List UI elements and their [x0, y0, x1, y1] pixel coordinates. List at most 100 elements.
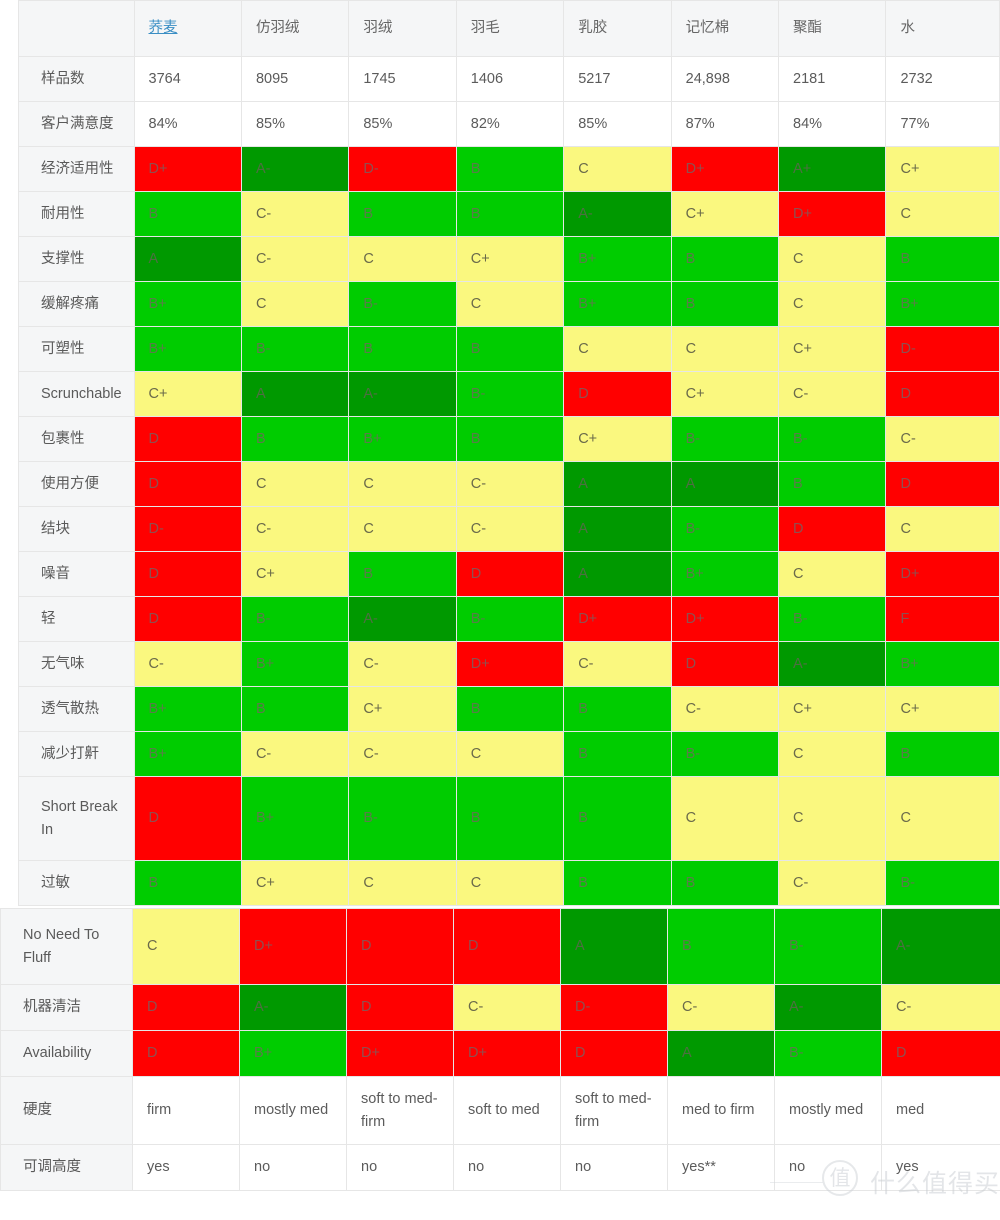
grade-cell: C- — [348, 731, 457, 777]
grade-cell: C — [778, 731, 887, 777]
header-row: 荞麦 仿羽绒 羽绒 羽毛 乳胶 记忆棉 聚酯 水 — [18, 0, 1000, 57]
grade-cell: C- — [240, 506, 350, 552]
grade-cell: C- — [240, 731, 350, 777]
grade-cell: C- — [667, 984, 775, 1031]
grade-cell: D+ — [778, 191, 887, 237]
value-cell: 1745 — [348, 56, 457, 102]
grade-cell: C- — [881, 984, 1000, 1031]
grade-cell: C — [455, 731, 565, 777]
table-body-grades-lower: No Need To Fluff C D+ D D A B B- A- 机器清洁 D A- D C- D- C… — [0, 908, 1000, 1077]
value-cell: 84% — [133, 101, 242, 147]
table-row: Short Break In D B+ B- B B C C C — [18, 776, 1000, 861]
grade-cell: B+ — [563, 281, 672, 327]
column-header-6: 聚酯 — [778, 0, 887, 57]
value-cell: firm — [132, 1076, 240, 1145]
grade-cell: A- — [348, 596, 457, 642]
value-cell: no — [560, 1144, 668, 1191]
table-row: 结块 D- C- C C- A B- D C — [18, 506, 1000, 552]
grade-cell: C — [240, 461, 350, 507]
table-row: 过敏 B C+ C C B B C- B- — [18, 860, 1000, 906]
table-row: 缓解疼痛 B+ C B- C B+ B C B+ — [18, 281, 1000, 327]
table-body-stats: 样品数 3764 8095 1745 1406 5217 24,898 2181 2732 客户满… — [18, 56, 1000, 147]
grade-cell: D — [453, 908, 561, 985]
value-cell: soft to med- firm — [560, 1076, 668, 1145]
grade-cell: B- — [240, 596, 350, 642]
grade-cell: C- — [778, 860, 887, 906]
column-header-0[interactable]: 荞麦 — [133, 0, 242, 57]
grade-cell: A — [240, 371, 350, 417]
grade-cell: B+ — [133, 686, 242, 732]
grade-cell: C — [132, 908, 240, 985]
grade-cell: D — [133, 596, 242, 642]
grade-cell: C — [670, 776, 780, 861]
grade-cell: A — [563, 551, 672, 597]
value-cell: yes — [132, 1144, 240, 1191]
grade-cell: B — [885, 236, 1000, 282]
table-row: No Need To Fluff C D+ D D A B B- A- — [0, 908, 1000, 985]
grade-cell: B- — [455, 596, 565, 642]
grade-cell: A — [133, 236, 242, 282]
grade-cell: B- — [455, 371, 565, 417]
grade-cell: D — [881, 1030, 1000, 1077]
grade-cell: D — [132, 1030, 240, 1077]
value-cell: 84% — [778, 101, 887, 147]
grade-cell: C — [563, 326, 672, 372]
grade-cell: B — [670, 281, 780, 327]
table-row: Scrunchable C+ A A- B- D C+ C- D — [18, 371, 1000, 417]
value-cell: 8095 — [240, 56, 350, 102]
grade-cell: D — [778, 506, 887, 552]
value-cell: 1406 — [455, 56, 565, 102]
grade-cell: C — [778, 281, 887, 327]
table-row: 可塑性 B+ B- B B C C C+ D- — [18, 326, 1000, 372]
column-header-7: 水 — [885, 0, 1000, 57]
grade-cell: C- — [453, 984, 561, 1031]
grade-cell: D — [563, 371, 672, 417]
row-label: 透气散热 — [18, 686, 135, 732]
column-header-3: 羽毛 — [455, 0, 565, 57]
grade-cell: B+ — [670, 551, 780, 597]
grade-cell: C+ — [133, 371, 242, 417]
grade-cell: D — [346, 908, 454, 985]
grade-cell: B- — [348, 776, 457, 861]
grade-cell: C — [885, 506, 1000, 552]
grade-cell: B+ — [885, 281, 1000, 327]
grade-cell: D — [346, 984, 454, 1031]
table-row: 样品数 3764 8095 1745 1406 5217 24,898 2181 2732 — [18, 56, 1000, 102]
row-label: 客户满意度 — [18, 101, 135, 147]
grade-cell: C — [885, 191, 1000, 237]
grade-cell: D- — [133, 506, 242, 552]
grade-cell: C- — [670, 686, 780, 732]
row-label: No Need To Fluff — [0, 908, 133, 985]
grade-cell: B — [455, 146, 565, 192]
grade-cell: C+ — [240, 551, 350, 597]
grade-cell: C+ — [670, 191, 780, 237]
grade-cell: D+ — [453, 1030, 561, 1077]
value-cell: no — [346, 1144, 454, 1191]
grade-cell: B — [670, 860, 780, 906]
grade-cell: C+ — [563, 416, 672, 462]
value-cell: soft to med- firm — [346, 1076, 454, 1145]
table-row: 支撑性 A C- C C+ B+ B C B — [18, 236, 1000, 282]
grade-cell: B — [240, 686, 350, 732]
table-body-attributes: 硬度 firm mostly med soft to med- firm soft to… — [0, 1076, 1000, 1191]
grade-cell: B — [455, 191, 565, 237]
grade-cell: A — [563, 461, 672, 507]
grade-cell: A — [667, 1030, 775, 1077]
grade-cell: D — [133, 776, 242, 861]
grade-cell: B — [563, 776, 672, 861]
value-cell: mostly med — [774, 1076, 882, 1145]
grade-cell: C- — [563, 641, 672, 687]
grade-cell: C — [348, 860, 457, 906]
grade-cell: A- — [881, 908, 1000, 985]
value-cell: med to firm — [667, 1076, 775, 1145]
grade-cell: B+ — [239, 1030, 347, 1077]
grade-cell: B- — [774, 908, 882, 985]
grade-cell: A — [563, 506, 672, 552]
grade-cell: B+ — [133, 281, 242, 327]
grade-cell: B+ — [240, 641, 350, 687]
grade-cell: C- — [885, 416, 1000, 462]
grade-cell: B — [778, 461, 887, 507]
value-cell: med — [881, 1076, 1000, 1145]
grade-cell: D — [455, 551, 565, 597]
grade-cell: D — [132, 984, 240, 1031]
